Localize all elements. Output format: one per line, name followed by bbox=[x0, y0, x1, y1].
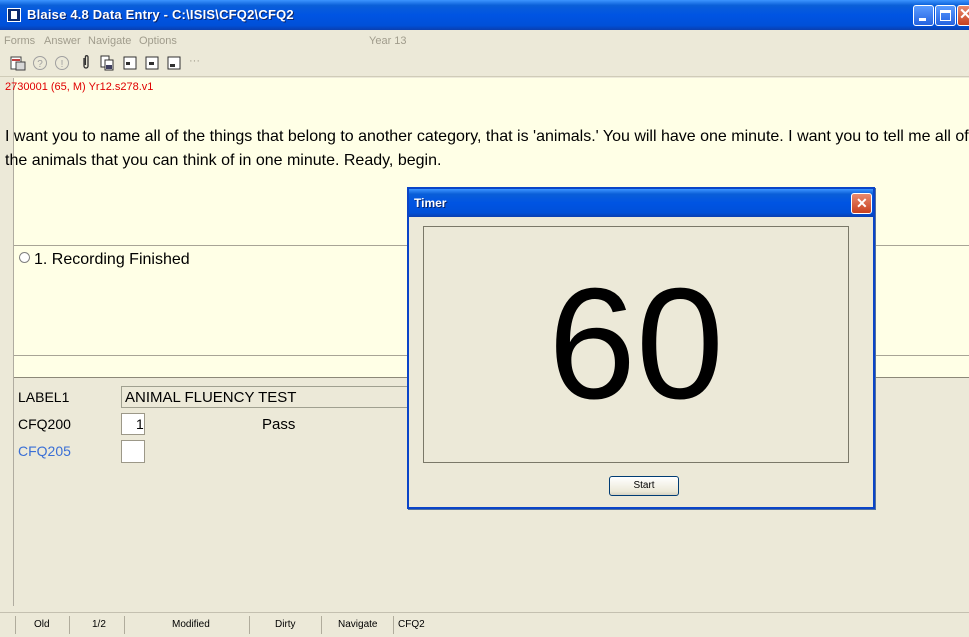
menu-answer[interactable]: Answer bbox=[44, 35, 81, 47]
status-page: 1/2 bbox=[92, 619, 106, 630]
respondent-id-line: 2730001 (65, M) Yr12.s278.v1 bbox=[5, 81, 154, 93]
question-text: I want you to name all of the things tha… bbox=[5, 128, 969, 169]
status-datamodel: CFQ2 bbox=[398, 619, 425, 630]
status-mode: Navigate bbox=[338, 619, 378, 630]
field-name-label1: LABEL1 bbox=[18, 389, 70, 405]
save-form-icon[interactable] bbox=[10, 55, 26, 71]
field-name-cfq200: CFQ200 bbox=[18, 416, 71, 432]
status-divider bbox=[124, 616, 125, 634]
status-divider bbox=[15, 616, 16, 634]
timer-close-button[interactable]: ✕ bbox=[851, 193, 872, 214]
title-bar: Blaise 4.8 Data Entry - C:\ISIS\CFQ2\CFQ… bbox=[0, 0, 969, 30]
field-value-label1: ANIMAL FLUENCY TEST bbox=[121, 386, 421, 408]
close-icon: ✕ bbox=[959, 6, 969, 23]
menu-options[interactable]: Options bbox=[139, 35, 177, 47]
window-title: Blaise 4.8 Data Entry - C:\ISIS\CFQ2\CFQ… bbox=[27, 7, 294, 22]
minimize-icon bbox=[919, 18, 926, 21]
field-input-cfq200[interactable]: 1 bbox=[121, 413, 145, 435]
first-page-icon[interactable] bbox=[122, 55, 138, 71]
menu-forms[interactable]: Forms bbox=[4, 35, 35, 47]
close-icon: ✕ bbox=[856, 195, 868, 211]
svg-text:?: ? bbox=[37, 59, 43, 70]
maximize-button[interactable] bbox=[935, 5, 956, 26]
timer-dialog-titlebar[interactable]: Timer ✕ bbox=[409, 189, 873, 217]
menu-year-label: Year 13 bbox=[369, 35, 407, 47]
maximize-icon bbox=[940, 10, 951, 21]
main-window: Blaise 4.8 Data Entry - C:\ISIS\CFQ2\CFQ… bbox=[0, 0, 969, 637]
attach-icon[interactable] bbox=[78, 55, 94, 71]
status-bar: Old 1/2 Modified Dirty Navigate CFQ2 bbox=[0, 612, 969, 637]
timer-start-button[interactable]: Start bbox=[609, 476, 679, 496]
close-button[interactable]: ✕ bbox=[957, 5, 969, 26]
status-old: Old bbox=[34, 619, 50, 630]
status-divider bbox=[249, 616, 250, 634]
prev-page-icon[interactable] bbox=[144, 55, 160, 71]
status-modified: Modified bbox=[172, 619, 210, 630]
timer-dialog: Timer ✕ 60 Start bbox=[407, 187, 875, 509]
answer-option-label: 1. Recording Finished bbox=[34, 251, 190, 268]
blaise-app-icon bbox=[7, 8, 21, 22]
status-divider bbox=[69, 616, 70, 634]
remark-icon[interactable]: ! bbox=[54, 55, 70, 71]
field-text-cfq200: Pass bbox=[262, 416, 296, 433]
help-icon[interactable]: ? bbox=[32, 55, 48, 71]
menu-bar: Forms Answer Navigate Options Year 13 bbox=[0, 30, 969, 50]
toolbar-overflow-icon[interactable]: ··· bbox=[189, 55, 200, 67]
status-dirty: Dirty bbox=[275, 619, 296, 630]
next-page-icon[interactable] bbox=[166, 55, 182, 71]
timer-dialog-title: Timer bbox=[414, 196, 447, 210]
toolbar: ? ! ··· bbox=[0, 50, 969, 77]
field-name-cfq205[interactable]: CFQ205 bbox=[18, 443, 71, 459]
status-divider bbox=[393, 616, 394, 634]
menu-navigate[interactable]: Navigate bbox=[88, 35, 131, 47]
radio-icon[interactable] bbox=[19, 252, 30, 263]
answer-option-1[interactable]: 1. Recording Finished bbox=[19, 251, 190, 269]
status-divider bbox=[321, 616, 322, 634]
timer-countdown-value: 60 bbox=[548, 256, 724, 432]
timer-display-panel: 60 bbox=[423, 226, 849, 463]
field-input-cfq205[interactable] bbox=[121, 440, 145, 463]
svg-text:!: ! bbox=[61, 59, 64, 70]
minimize-button[interactable] bbox=[913, 5, 934, 26]
copy-form-icon[interactable] bbox=[99, 55, 115, 71]
